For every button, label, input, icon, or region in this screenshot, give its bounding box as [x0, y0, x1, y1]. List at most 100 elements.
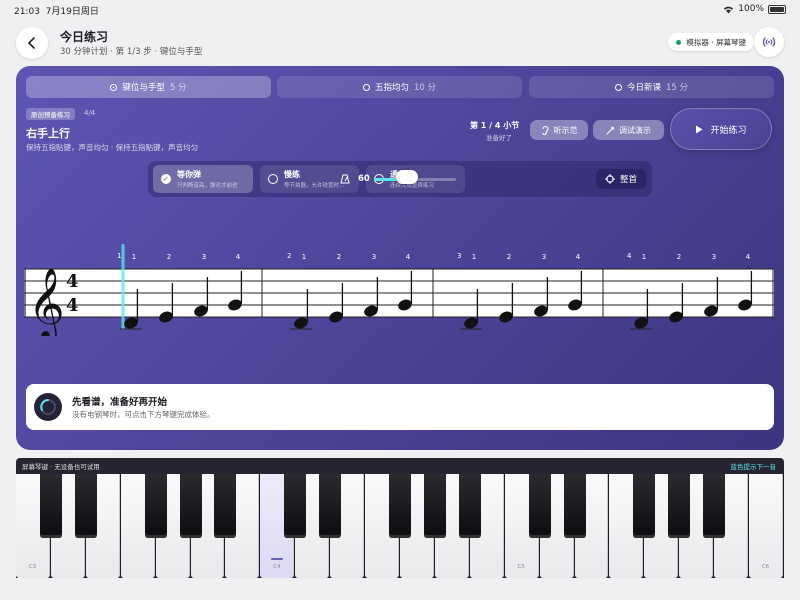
play-icon [696, 125, 703, 133]
black-key[interactable] [423, 474, 446, 538]
finger-number: 2 [167, 253, 171, 261]
finger-number: 4 [746, 253, 751, 261]
status-right: 100% [723, 4, 786, 14]
lesson-counter: 4/4 [84, 109, 96, 117]
key-label: C4 [273, 564, 281, 570]
battery-percent: 100% [738, 4, 764, 14]
radio-icon [268, 174, 278, 184]
tab-label: 五指均匀 [374, 83, 409, 93]
tab-label: 今日新课 [626, 83, 661, 93]
white-key[interactable]: C6 [749, 474, 783, 578]
finger-number: 1 [132, 253, 136, 261]
finger-number: 1 [472, 253, 476, 261]
radio-icon [614, 83, 622, 91]
keyboard-header: 屏幕琴键 · 无设备也可试用 蓝色提示下一音 [16, 458, 784, 474]
mode-badge[interactable]: 模拟器 · 屏幕琴键 [668, 33, 754, 51]
tip-subtitle: 没有电钢琴时，可点击下方琴键完成体验。 [72, 410, 215, 419]
progress-status: 准备好了 [486, 134, 512, 142]
status-bar: 21:03 7月19日周日 100% [0, 0, 800, 20]
piano-keyboard: C3 C4 C5 C6 [16, 474, 784, 578]
wifi-icon [724, 6, 734, 13]
page-title: 今日练习 [60, 30, 109, 44]
finger-number: 4 [576, 253, 581, 261]
measure-number: 1 [117, 252, 121, 260]
measure-number: 4 [627, 252, 632, 260]
black-key[interactable] [563, 474, 586, 538]
time-signature-bottom: 4 [66, 295, 79, 316]
back-button[interactable] [16, 27, 48, 59]
tab-minutes: 5 分 [169, 83, 187, 93]
finger-number: 4 [236, 253, 241, 261]
radio-icon [362, 83, 370, 91]
tab-label: 键位与手型 [122, 83, 165, 93]
next-note-marker [271, 558, 284, 560]
black-key[interactable] [144, 474, 167, 538]
loading-icon [34, 393, 62, 421]
radio-icon [110, 83, 118, 91]
black-key[interactable] [214, 474, 237, 538]
time-signature-top: 4 [66, 271, 79, 292]
tip-card: 先看谱，准备好再开始 没有电钢琴时，可点击下方琴键完成体验。 [26, 384, 774, 430]
listen-demo-button[interactable]: 听示范 [530, 120, 588, 140]
mode-wait-for-you[interactable]: ✓ 等你弹 只判断音高，弹对才前进 [153, 165, 253, 193]
tip-title: 先看谱，准备好再开始 [72, 397, 168, 408]
black-key[interactable] [319, 474, 342, 538]
mode-badge-label: 模拟器 · 屏幕琴键 [686, 37, 746, 47]
signal-button[interactable] [754, 27, 784, 57]
tab-new-lesson[interactable]: 今日新课 15 分 [529, 76, 774, 98]
ear-icon [541, 125, 549, 135]
finger-number: 3 [202, 253, 206, 261]
measure-progress: 第 1 / 4 小节 [470, 121, 520, 130]
black-key[interactable] [703, 474, 726, 538]
key-label: C3 [28, 564, 37, 570]
lesson-chip: 原创预备练习 [26, 108, 75, 120]
metronome-icon [340, 174, 350, 184]
tab-minutes: 15 分 [665, 83, 689, 93]
tempo-value: 60 [358, 174, 370, 184]
debug-demo-button[interactable]: 调试演示 [593, 120, 664, 140]
lesson-title: 右手上行 [26, 127, 70, 140]
black-key[interactable] [179, 474, 202, 538]
key-label: C6 [761, 564, 770, 570]
finger-number: 1 [302, 253, 306, 261]
black-key[interactable] [39, 474, 62, 538]
tab-fingering[interactable]: 键位与手型 5 分 [26, 76, 271, 98]
finger-number: 2 [337, 253, 341, 261]
target-icon [604, 174, 615, 184]
measure-number: 3 [457, 252, 461, 260]
black-key[interactable] [284, 474, 307, 538]
treble-clef: 𝄞 [28, 266, 65, 336]
step-tabs: 键位与手型 5 分 五指均匀 10 分 今日新课 15 分 [26, 76, 774, 98]
battery-icon [768, 4, 786, 14]
black-key[interactable] [528, 474, 551, 538]
tempo-slider-thumb[interactable] [395, 170, 418, 184]
practice-panel: 键位与手型 5 分 五指均匀 10 分 今日新课 15 分 原创预备练习 4/4… [16, 66, 784, 450]
status-time-date: 21:03 7月19日周日 [14, 7, 99, 17]
black-key[interactable] [633, 474, 656, 538]
keyboard-label: 屏幕琴键 · 无设备也可试用 [22, 463, 100, 471]
black-key[interactable] [74, 474, 97, 538]
finger-number: 3 [712, 253, 716, 261]
black-key[interactable] [668, 474, 691, 538]
key-label: C5 [517, 564, 525, 570]
wand-icon [606, 125, 615, 135]
whole-piece-button[interactable]: 整首 [596, 169, 646, 189]
broadcast-icon [762, 37, 776, 47]
page-subtitle: 30 分钟计划 · 第 1/3 步 · 键位与手型 [60, 47, 203, 57]
finger-number: 2 [507, 253, 511, 261]
music-score: 𝄞 441 1 2 3 4 2 1 2 3 4 3 1 2 3 4 4 1 2 3 4 [24, 244, 774, 336]
checkmark-icon: ✓ [161, 174, 171, 184]
tab-five-finger[interactable]: 五指均匀 10 分 [277, 76, 522, 98]
start-practice-button[interactable]: 开始练习 [670, 108, 772, 150]
finger-number: 3 [372, 253, 376, 261]
keyboard-hint: 蓝色提示下一音 [730, 463, 777, 471]
black-key[interactable] [389, 474, 411, 538]
finger-number: 2 [677, 253, 681, 261]
finger-number: 3 [542, 253, 546, 261]
tab-minutes: 10 分 [413, 83, 437, 93]
finger-number: 4 [406, 253, 411, 261]
black-key[interactable] [458, 474, 481, 538]
chevron-left-icon [27, 37, 35, 49]
measure-number: 2 [287, 252, 291, 260]
status-dot [676, 39, 682, 45]
